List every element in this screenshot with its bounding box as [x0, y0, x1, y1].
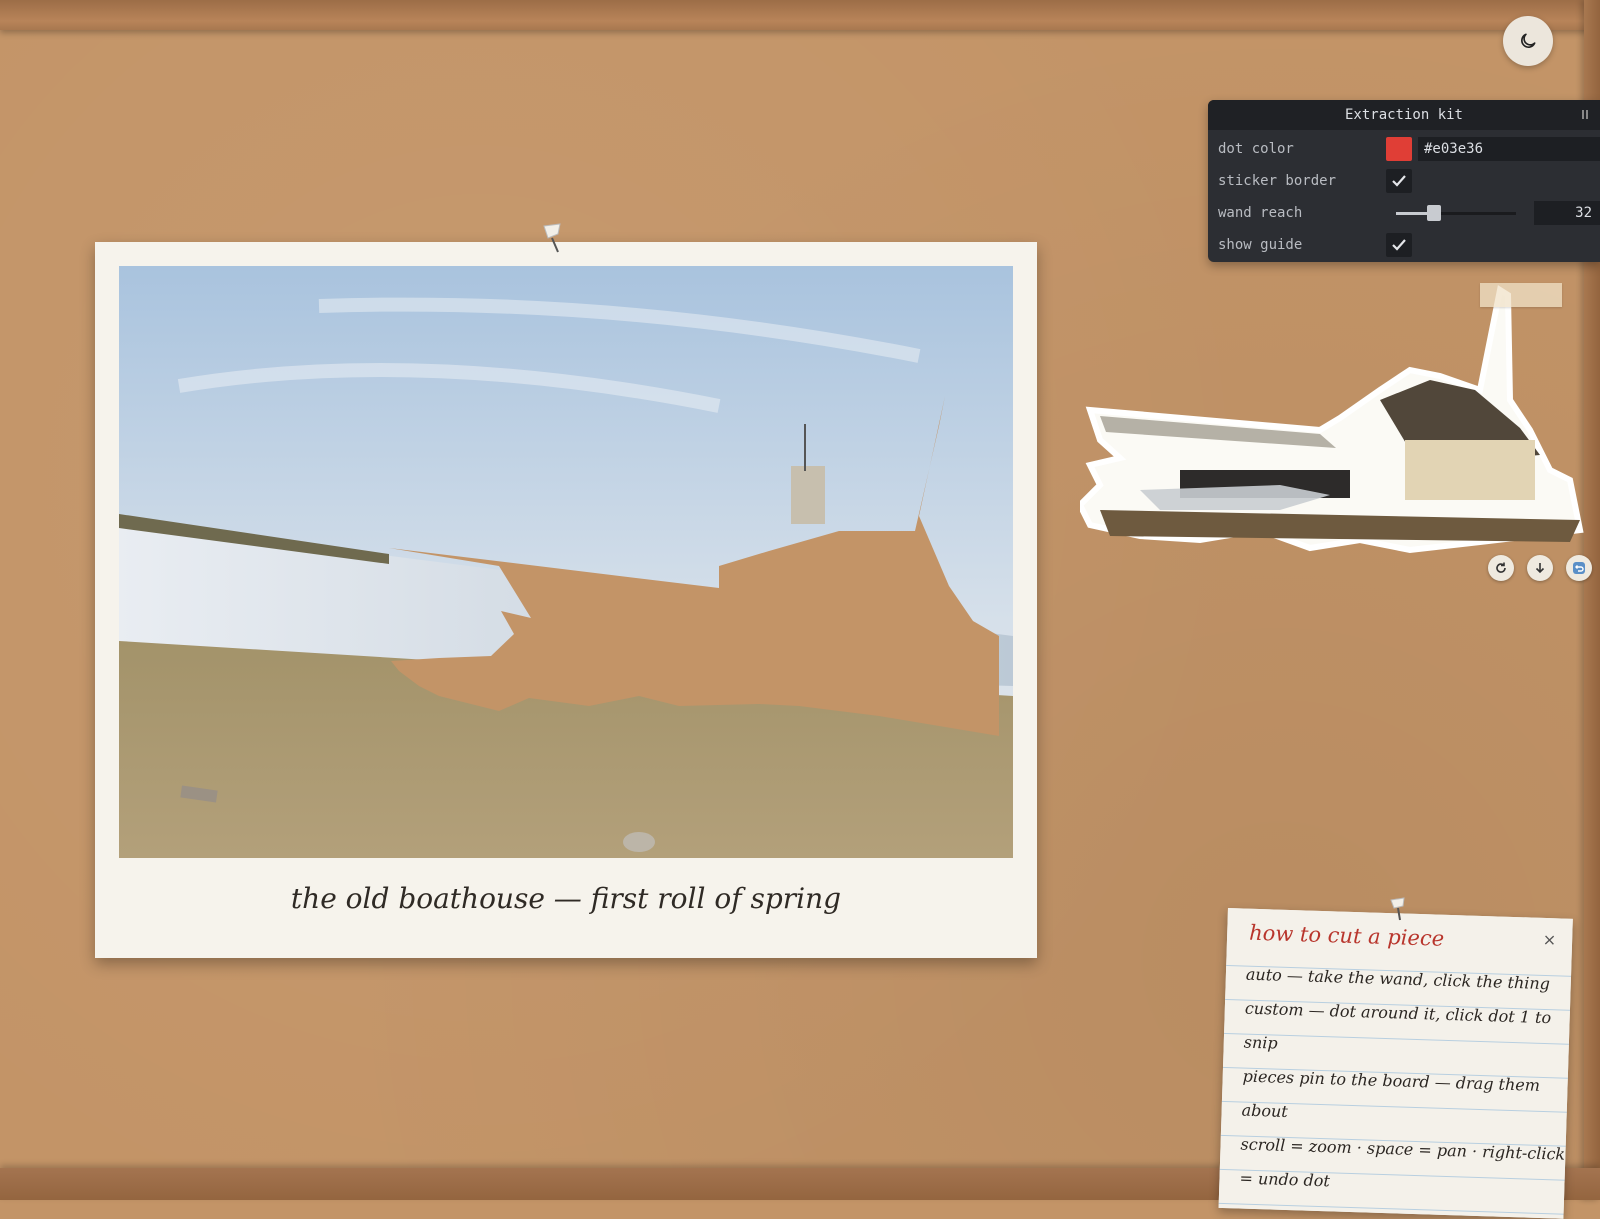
instructions-note[interactable]: how to cut a piece × auto — take the wan…: [1218, 908, 1573, 1219]
checkmark-icon: [1392, 239, 1406, 251]
return-icon: [1573, 562, 1585, 574]
note-line: custom — dot around it, click dot 1 to: [1244, 998, 1552, 1028]
wand-reach-slider[interactable]: [1396, 205, 1516, 221]
return-sticker-button[interactable]: [1566, 555, 1592, 581]
sticker-tape: [1480, 283, 1562, 307]
kit-row-sticker-border: sticker border: [1208, 166, 1600, 196]
note-line: auto — take the wand, click the thing: [1245, 964, 1551, 994]
rotate-sticker-button[interactable]: [1488, 555, 1514, 581]
extraction-kit-panel: Extraction kit dot color #e03e36 sticker…: [1208, 100, 1600, 262]
note-line: scroll = zoom · space = pan · right-clic…: [1240, 1134, 1566, 1164]
photo-caption: the old boathouse — first roll of spring: [290, 882, 842, 915]
cut-sticker[interactable]: [1080, 280, 1590, 570]
rotate-icon: [1496, 562, 1506, 573]
show-guide-checkbox[interactable]: [1386, 233, 1412, 257]
download-sticker-button[interactable]: [1527, 555, 1553, 581]
sticker-border-label: sticker border: [1218, 173, 1337, 189]
dot-color-label: dot color: [1218, 141, 1294, 157]
dot-color-swatch[interactable]: [1386, 137, 1412, 161]
kit-title-bar[interactable]: Extraction kit: [1208, 100, 1600, 130]
note-line: snip: [1243, 1032, 1278, 1053]
grip-icon[interactable]: [1582, 110, 1588, 119]
slider-thumb[interactable]: [1427, 205, 1442, 221]
photo-image[interactable]: [119, 266, 1013, 858]
kit-title: Extraction kit: [1344, 107, 1463, 123]
show-guide-label: show guide: [1218, 237, 1303, 253]
download-icon: [1535, 563, 1545, 574]
note-line: = undo dot: [1239, 1168, 1331, 1191]
push-pin-icon: [543, 223, 561, 253]
kit-row-dot-color: dot color #e03e36: [1208, 134, 1600, 164]
note-line: about: [1241, 1100, 1289, 1121]
note-title: how to cut a piece: [1248, 920, 1445, 951]
wand-reach-value[interactable]: 32: [1534, 201, 1600, 225]
wand-reach-label: wand reach: [1218, 205, 1303, 221]
moon-icon: [1521, 33, 1536, 48]
note-line: pieces pin to the board — drag them: [1242, 1066, 1541, 1095]
sticker-border-checkbox[interactable]: [1386, 169, 1412, 193]
kit-row-show-guide: show guide: [1208, 230, 1600, 260]
polaroid-photo[interactable]: the old boathouse — first roll of spring: [95, 242, 1037, 958]
push-pin-icon: [1390, 897, 1405, 921]
theme-toggle-button[interactable]: [1503, 16, 1553, 66]
kit-row-wand-reach: wand reach 32: [1208, 198, 1600, 228]
dot-color-input[interactable]: #e03e36: [1418, 137, 1600, 161]
note-close-button[interactable]: ×: [1542, 930, 1556, 949]
checkmark-icon: [1392, 175, 1406, 187]
board-frame-top: [0, 0, 1600, 30]
